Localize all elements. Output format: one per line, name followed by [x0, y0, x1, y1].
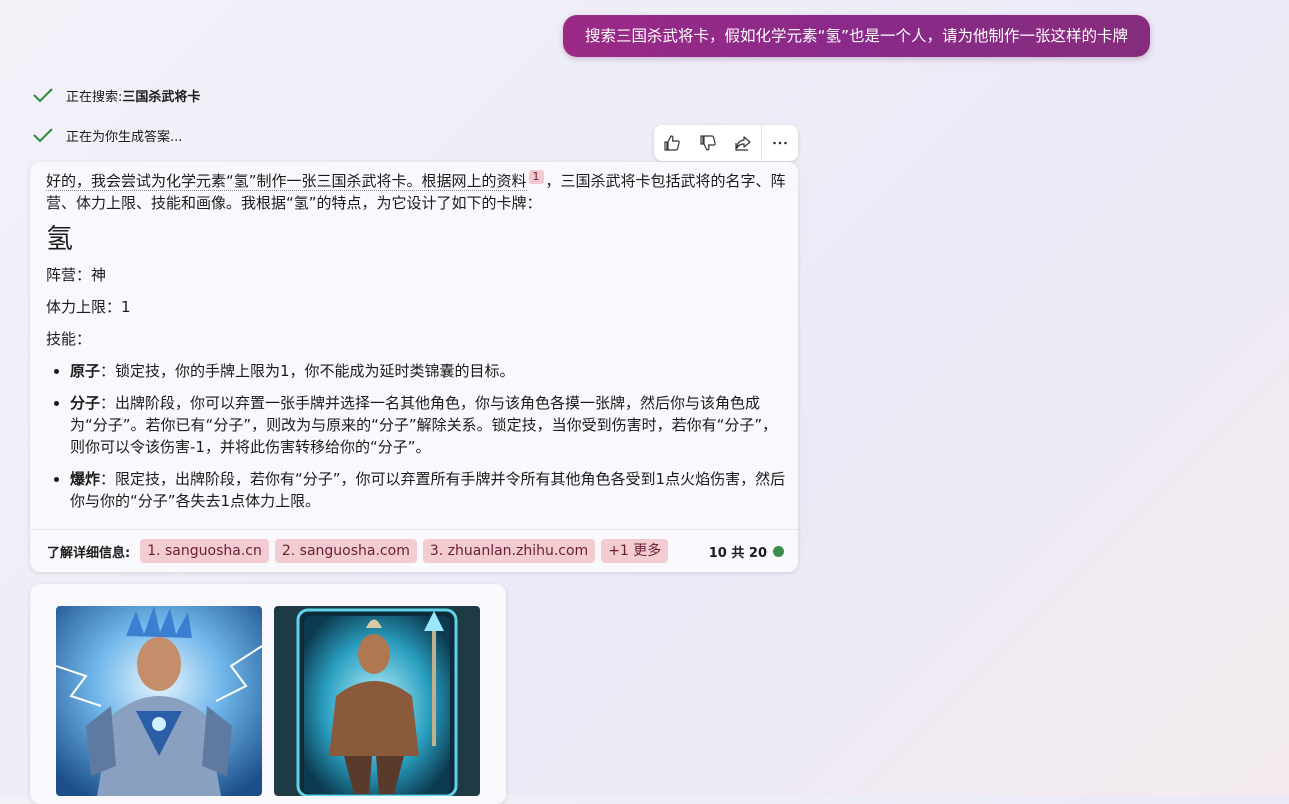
- answer-actions-toolbar: [654, 125, 798, 161]
- share-icon: [735, 136, 751, 151]
- thumbs-down-icon: [700, 135, 716, 151]
- more-sources-link[interactable]: +1 更多: [601, 539, 669, 563]
- answer-body: 好的，我会尝试为化学元素“氢”制作一张三国杀武将卡。根据网上的资料 1 ，三国杀武将…: [46, 170, 786, 522]
- check-icon: [33, 128, 53, 143]
- status-prefix: 正在为你生成答案...: [66, 129, 183, 145]
- answer-divider: [30, 529, 798, 530]
- check-icon: [33, 88, 53, 103]
- skill-desc: ：锁定技，你的手牌上限为1，你不能成为延时类锦囊的目标。: [100, 362, 515, 380]
- answer-card: 好的，我会尝试为化学元素“氢”制作一张三国杀武将卡。根据网上的资料 1 ，三国杀武将…: [30, 162, 798, 572]
- answer-intro: 好的，我会尝试为化学元素“氢”制作一张三国杀武将卡。根据网上的资料 1 ，三国杀武将…: [46, 170, 786, 214]
- skills-list: 原子：锁定技，你的手牌上限为1，你不能成为延时类锦囊的目标。 分子：出牌阶段，你…: [46, 360, 786, 512]
- response-counter: 10 共 20: [709, 539, 784, 563]
- skill-name: 原子: [70, 362, 101, 380]
- dislike-button[interactable]: [690, 125, 726, 161]
- skill-name: 分子: [70, 394, 101, 412]
- skill-desc: ：出牌阶段，你可以弃置一张手牌并选择一名其他角色，你与该角色各摸一张牌，然后你与…: [70, 394, 778, 456]
- list-item: 爆炸：限定技，出牌阶段，若你有“分子”，你可以弃置所有手牌并令所有其他角色各受到…: [70, 468, 786, 512]
- learn-more-label: 了解详细信息:: [47, 545, 131, 561]
- source-link-1[interactable]: 1. sanguosha.cn: [140, 539, 269, 563]
- faction-line: 阵营：神: [46, 266, 107, 284]
- status-dot-icon: [773, 545, 784, 557]
- more-options-button[interactable]: [762, 125, 798, 161]
- card-name-heading: 氢: [46, 224, 73, 255]
- generated-images-card: [30, 584, 506, 804]
- source-link-3[interactable]: 3. zhuanlan.zhihu.com: [422, 539, 596, 563]
- warrior-card-image: [274, 606, 480, 796]
- skills-label: 技能：: [46, 330, 92, 348]
- generated-image-1[interactable]: [56, 606, 262, 796]
- hp-line: 体力上限：1: [46, 298, 131, 316]
- list-item: 分子：出牌阶段，你可以弃置一张手牌并选择一名其他角色，你与该角色各摸一张牌，然后…: [70, 392, 786, 458]
- cited-text[interactable]: 好的，我会尝试为化学元素“氢”制作一张三国杀武将卡。根据网上的资料: [46, 172, 527, 191]
- thumbs-up-icon: [664, 135, 680, 151]
- list-item: 原子：锁定技，你的手牌上限为1，你不能成为延时类锦囊的目标。: [70, 360, 786, 382]
- status-search-term: 三国杀武将卡: [122, 89, 201, 105]
- share-button[interactable]: [726, 125, 762, 161]
- status-searching: 正在搜索: 三国杀武将卡: [32, 83, 200, 107]
- warrior-lightning-image: [56, 606, 262, 796]
- citation-marker[interactable]: 1: [528, 170, 544, 184]
- status-generating: 正在为你生成答案...: [32, 123, 182, 147]
- counter-text: 10 共 20: [708, 545, 767, 561]
- like-button[interactable]: [654, 125, 690, 161]
- skill-name: 爆炸: [70, 470, 101, 488]
- skill-desc: ：限定技，出牌阶段，若你有“分子”，你可以弃置所有手牌并令所有其他角色各受到1点…: [70, 470, 786, 510]
- status-prefix: 正在搜索:: [66, 89, 123, 105]
- user-message-bubble: 搜索三国杀武将卡，假如化学元素“氢”也是一个人，请为他制作一张这样的卡牌: [563, 15, 1150, 57]
- learn-more-bar: 了解详细信息: 1. sanguosha.cn 2. sanguosha.com…: [47, 539, 669, 563]
- generated-image-2[interactable]: [274, 606, 480, 796]
- more-icon: [773, 141, 787, 145]
- source-link-2[interactable]: 2. sanguosha.com: [274, 539, 417, 563]
